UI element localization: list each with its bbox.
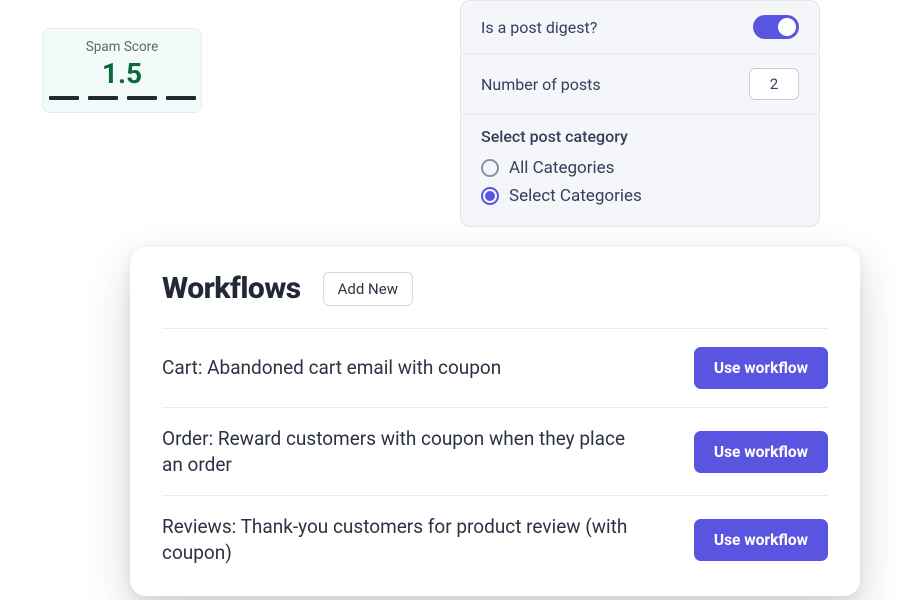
add-new-button[interactable]: Add New — [323, 272, 413, 306]
use-workflow-button[interactable]: Use workflow — [694, 519, 828, 561]
use-workflow-button[interactable]: Use workflow — [694, 431, 828, 473]
radio-option-all[interactable]: All Categories — [481, 154, 799, 182]
spam-score-card: Spam Score 1.5 — [42, 28, 202, 113]
workflow-row: Cart: Abandoned cart email with coupon U… — [162, 328, 828, 407]
radio-option-select[interactable]: Select Categories — [481, 182, 799, 210]
workflows-title: Workflows — [162, 271, 301, 306]
spam-score-label: Spam Score — [43, 39, 201, 55]
radio-label: Select Categories — [509, 186, 642, 206]
workflow-row: Order: Reward customers with coupon when… — [162, 407, 828, 495]
radio-icon — [481, 187, 499, 205]
workflow-text: Cart: Abandoned cart email with coupon — [162, 355, 501, 381]
radio-label: All Categories — [509, 158, 614, 178]
use-workflow-button[interactable]: Use workflow — [694, 347, 828, 389]
digest-toggle[interactable] — [753, 15, 799, 39]
category-block: Select post category All Categories Sele… — [461, 115, 819, 226]
digest-label: Is a post digest? — [481, 18, 597, 37]
workflow-text: Reviews: Thank-you customers for product… — [162, 514, 642, 565]
workflows-header: Workflows Add New — [162, 271, 828, 306]
spam-score-meter — [43, 96, 201, 100]
posts-row: Number of posts 2 — [461, 54, 819, 115]
spam-score-value: 1.5 — [43, 57, 201, 90]
workflow-row: Reviews: Thank-you customers for product… — [162, 495, 828, 583]
posts-number-input[interactable]: 2 — [749, 68, 799, 100]
category-heading: Select post category — [481, 127, 799, 146]
workflows-card: Workflows Add New Cart: Abandoned cart e… — [130, 247, 860, 596]
radio-icon — [481, 159, 499, 177]
posts-label: Number of posts — [481, 75, 601, 94]
workflow-text: Order: Reward customers with coupon when… — [162, 426, 642, 477]
post-settings-panel: Is a post digest? Number of posts 2 Sele… — [460, 0, 820, 227]
digest-row: Is a post digest? — [461, 1, 819, 54]
